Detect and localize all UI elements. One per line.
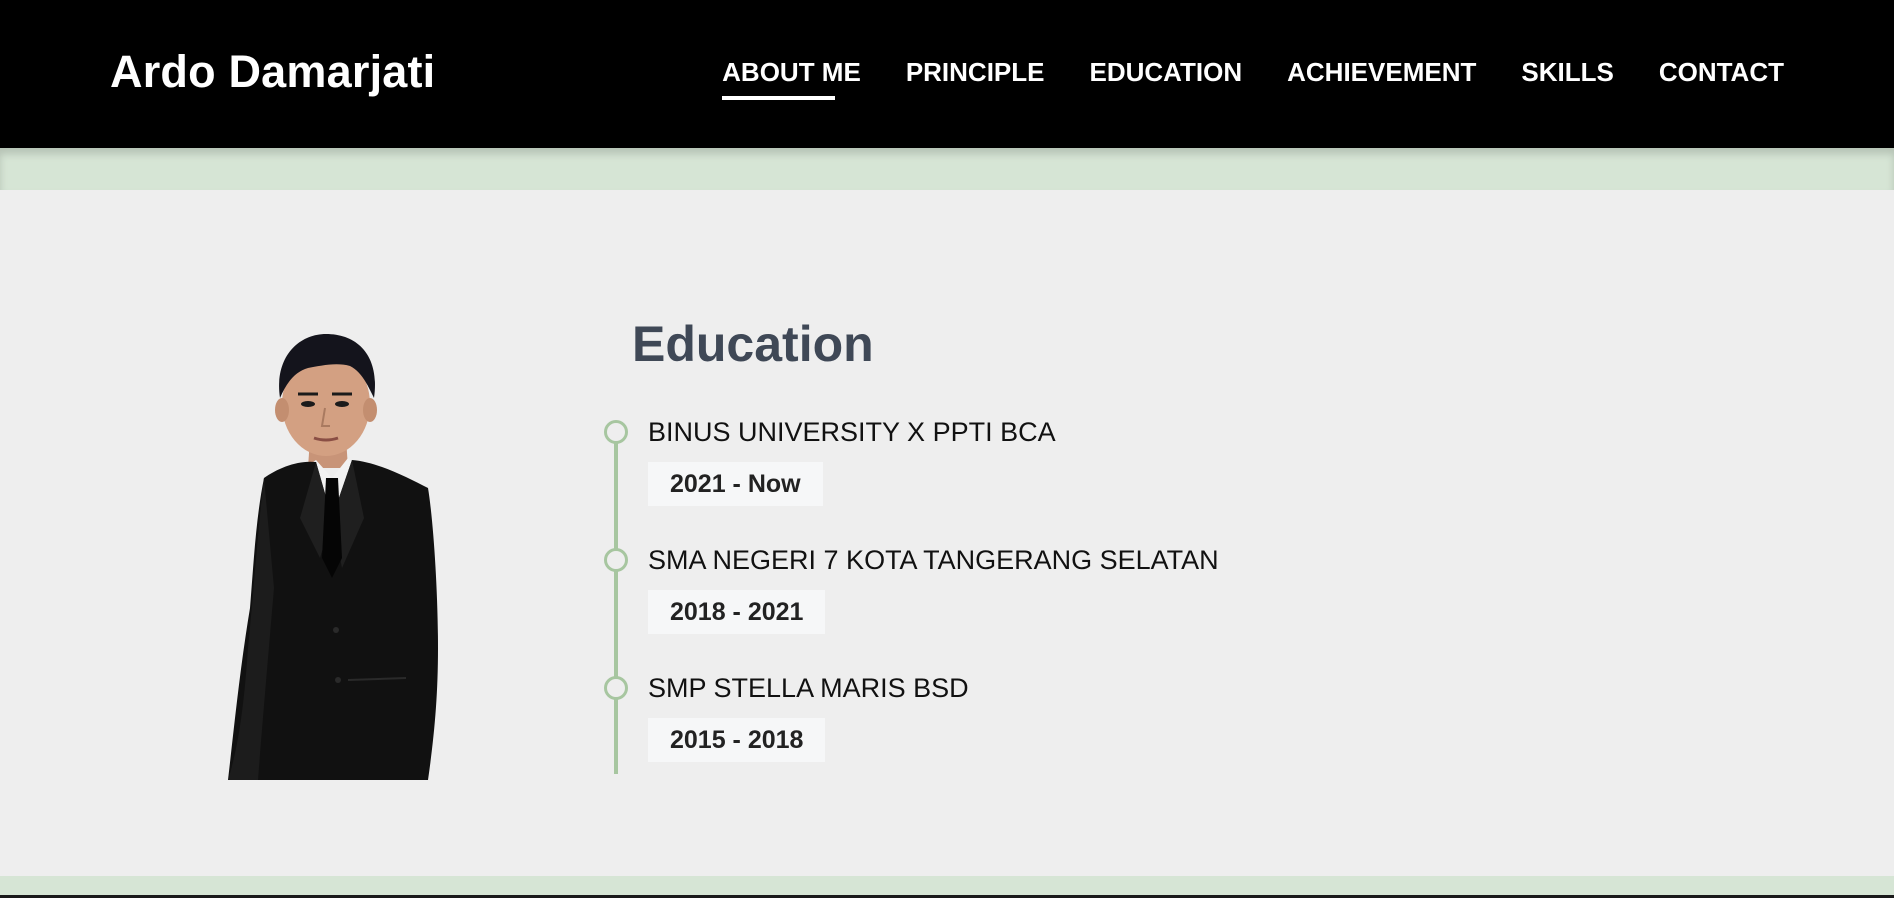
nav-contact[interactable]: CONTACT — [1659, 52, 1784, 92]
school-name: SMA NEGERI 7 KOTA TANGERANG SELATAN — [648, 545, 1219, 575]
nav-principle[interactable]: PRINCIPLE — [906, 52, 1045, 92]
timeline-dot-icon — [604, 676, 628, 700]
year-badge: 2018 - 2021 — [648, 590, 826, 634]
nav-about-me[interactable]: ABOUT ME — [722, 52, 861, 100]
navbar: Ardo Damarjati ABOUT ME PRINCIPLE EDUCAT… — [0, 0, 1894, 148]
main-nav: ABOUT ME PRINCIPLE EDUCATION ACHIEVEMENT… — [722, 52, 1784, 100]
timeline-line — [614, 430, 618, 774]
accent-band-top — [0, 148, 1894, 190]
brand-name[interactable]: Ardo Damarjati — [110, 44, 435, 100]
timeline-dot-icon — [604, 420, 628, 444]
profile-photo — [228, 334, 438, 780]
nav-achievement[interactable]: ACHIEVEMENT — [1287, 52, 1476, 92]
school-name: BINUS UNIVERSITY X PPTI BCA — [648, 417, 1056, 447]
timeline-dot-icon — [604, 548, 628, 572]
year-badge: 2015 - 2018 — [648, 718, 826, 762]
year-badge: 2021 - Now — [648, 462, 823, 506]
school-name: SMP STELLA MARIS BSD — [648, 673, 969, 703]
nav-education[interactable]: EDUCATION — [1090, 52, 1243, 92]
section-title: Education — [632, 316, 874, 372]
nav-skills[interactable]: SKILLS — [1521, 52, 1613, 92]
